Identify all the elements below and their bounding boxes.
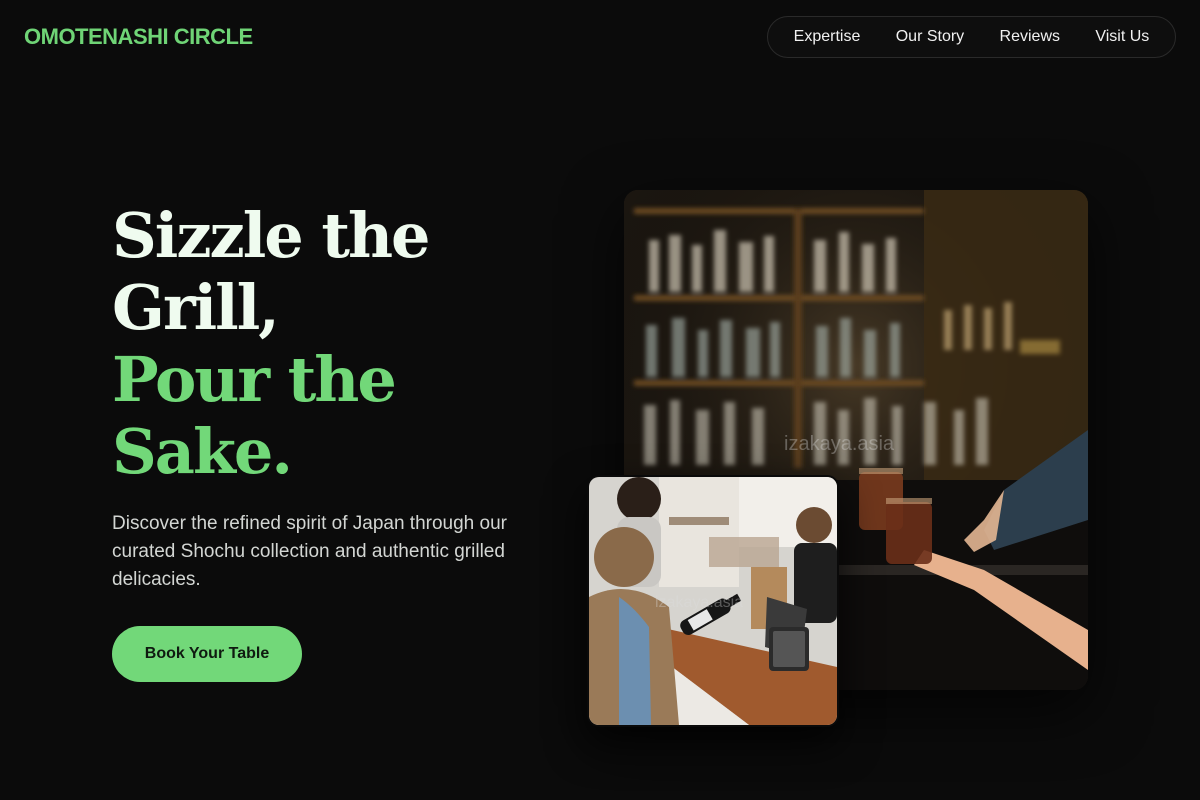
small-photo-watermark: izakaya.asia (655, 594, 743, 611)
nav-item-our-story[interactable]: Our Story (888, 22, 972, 52)
headline-line-3: Pour the (112, 343, 397, 416)
nav-item-visit-us[interactable]: Visit Us (1087, 22, 1157, 52)
headline-line-4: Sake. (112, 415, 293, 488)
book-table-button[interactable]: Book Your Table (112, 626, 302, 682)
hero-headline: Sizzle the Grill, Pour the Sake. (112, 199, 430, 488)
top-navigation: Expertise Our Story Reviews Visit Us (767, 16, 1176, 58)
brand-logo[interactable]: OMOTENASHI CIRCLE (24, 24, 253, 50)
main-photo-watermark: izakaya.asia (784, 433, 895, 455)
headline-line-1: Sizzle the (112, 199, 430, 272)
shop-photo: izakaya.asia (587, 475, 839, 727)
nav-item-reviews[interactable]: Reviews (992, 22, 1068, 52)
headline-line-2: Grill, (112, 271, 280, 344)
landing-page: OMOTENASHI CIRCLE Expertise Our Story Re… (0, 0, 1200, 800)
nav-item-expertise[interactable]: Expertise (786, 22, 869, 52)
hero-description: Discover the refined spirit of Japan thr… (112, 513, 507, 590)
sake-shop-illustration: izakaya.asia (589, 477, 837, 725)
